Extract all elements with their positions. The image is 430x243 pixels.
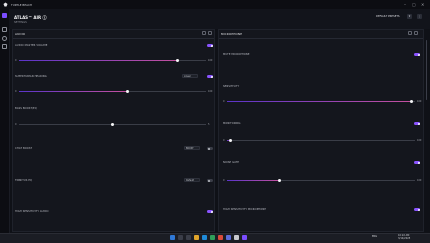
app-title: TURTLE BEACH bbox=[11, 3, 33, 7]
settings-gear-icon[interactable] bbox=[2, 36, 7, 41]
sensitivity-thumb[interactable] bbox=[409, 100, 413, 103]
turtle-beach-taskbar-icon[interactable] bbox=[234, 235, 239, 240]
microphone-divider bbox=[219, 38, 423, 39]
audio-master-volume-label: AUDIO MASTER VOLUME bbox=[15, 44, 48, 47]
bass-thumb[interactable] bbox=[111, 123, 114, 126]
chat-boost-label: CHAT BOOST bbox=[15, 147, 33, 150]
library-icon[interactable] bbox=[2, 44, 7, 49]
preset-dropdown-icon[interactable]: ▾ bbox=[407, 14, 412, 19]
bass-min: 0 bbox=[15, 123, 17, 126]
noise-gate-fill bbox=[227, 180, 280, 181]
superhuman-toggle[interactable] bbox=[207, 75, 213, 78]
maximize-button[interactable]: ▢ bbox=[412, 2, 416, 7]
monitoring-toggle[interactable] bbox=[414, 122, 420, 125]
chat-boost-select[interactable]: BOOST bbox=[184, 146, 200, 150]
bass-boost-label: BASS BOOST/EQ bbox=[15, 107, 37, 110]
high-sensitivity-microphone-label: HIGH SENSITIVITY MICROPHONE bbox=[223, 208, 267, 211]
master-volume-max: 100 bbox=[208, 59, 213, 62]
sensitivity-slider[interactable] bbox=[227, 100, 415, 103]
superhuman-mode-select[interactable]: Linear bbox=[182, 74, 198, 78]
tinnitus-eq-label: TINNITUS EQ bbox=[15, 179, 33, 182]
mute-microphone-label: MUTE MICROPHONE bbox=[223, 53, 250, 56]
app-icon-purple[interactable] bbox=[242, 235, 247, 240]
noise-gate-toggle[interactable] bbox=[414, 161, 420, 164]
mute-microphone-toggle[interactable] bbox=[414, 53, 420, 56]
minimize-button[interactable]: – bbox=[404, 2, 406, 7]
monitoring-slider[interactable] bbox=[227, 139, 415, 142]
sensitivity-fill bbox=[227, 101, 412, 102]
title-bar bbox=[0, 0, 430, 9]
preset-menu-icon[interactable]: ⋮ bbox=[417, 14, 422, 19]
app-icon-red[interactable] bbox=[218, 235, 223, 240]
side-rail bbox=[0, 9, 10, 233]
search-icon[interactable] bbox=[178, 235, 183, 240]
sensitivity-max: 100 bbox=[417, 100, 422, 103]
app-icon-blue[interactable] bbox=[226, 235, 231, 240]
audio-divider bbox=[13, 38, 214, 39]
audio-collapse-icon[interactable] bbox=[208, 31, 212, 35]
master-volume-min: 0 bbox=[15, 59, 17, 62]
noise-gate-max: 100 bbox=[417, 179, 422, 182]
device-subtitle: SETTINGS bbox=[14, 21, 27, 24]
sensitivity-label: SENSITIVITY bbox=[223, 85, 240, 88]
language-indicator[interactable]: ENG bbox=[372, 235, 377, 238]
panel-scrollbar[interactable] bbox=[426, 40, 427, 100]
superhuman-hearing-label: SUPERHUMAN HEARING bbox=[15, 75, 47, 78]
headset-icon[interactable] bbox=[2, 27, 7, 32]
bass-slider[interactable] bbox=[19, 123, 206, 126]
bass-max: 5 bbox=[208, 123, 210, 126]
superhuman-fill bbox=[19, 91, 128, 92]
start-icon[interactable] bbox=[170, 235, 175, 240]
noise-gate-min: 0 bbox=[223, 179, 225, 182]
chat-boost-toggle[interactable] bbox=[207, 147, 213, 150]
noise-gate-slider[interactable] bbox=[227, 179, 415, 182]
master-volume-fill bbox=[19, 60, 178, 61]
microphone-collapse-icon[interactable] bbox=[414, 31, 418, 35]
noise-gate-label: NOISE GATE bbox=[223, 161, 240, 164]
close-button[interactable]: ✕ bbox=[421, 2, 424, 7]
store-icon[interactable] bbox=[210, 235, 215, 240]
monitoring-label: MONITORING bbox=[223, 122, 241, 125]
tinnitus-toggle[interactable] bbox=[207, 179, 213, 182]
taskbar-date[interactable]: 3/14/2025 bbox=[398, 237, 410, 240]
home-icon[interactable] bbox=[2, 13, 7, 18]
file-explorer-icon[interactable] bbox=[194, 235, 199, 240]
superhuman-min: 0 bbox=[15, 90, 17, 93]
superhuman-thumb[interactable] bbox=[125, 90, 129, 93]
preset-dropdown[interactable]: DEFAULT PRESETS bbox=[376, 15, 400, 18]
task-view-icon[interactable] bbox=[186, 235, 191, 240]
microphone-reset-icon[interactable] bbox=[408, 31, 412, 35]
microphone-panel-title: MICROPHONE bbox=[221, 32, 243, 36]
superhuman-max: 100 bbox=[208, 90, 213, 93]
high-sensitivity-audio-toggle[interactable] bbox=[207, 210, 213, 213]
high-sensitivity-microphone-toggle[interactable] bbox=[414, 208, 420, 211]
audio-master-toggle[interactable] bbox=[207, 44, 213, 47]
turtle-beach-logo-icon bbox=[3, 2, 8, 7]
audio-panel-title: AUDIO bbox=[15, 32, 26, 36]
edge-icon[interactable] bbox=[202, 235, 207, 240]
audio-reset-icon[interactable] bbox=[202, 31, 206, 35]
monitoring-max: 100 bbox=[417, 139, 422, 142]
tinnitus-select[interactable]: Default bbox=[184, 178, 200, 182]
microphone-panel bbox=[218, 29, 424, 232]
device-header bbox=[9, 9, 430, 29]
monitoring-min: 0 bbox=[223, 139, 225, 142]
master-volume-slider[interactable] bbox=[19, 59, 206, 62]
superhuman-slider[interactable] bbox=[19, 90, 206, 93]
high-sensitivity-audio-label: HIGH SENSITIVITY AUDIO bbox=[15, 210, 49, 213]
sensitivity-min: 0 bbox=[223, 100, 225, 103]
